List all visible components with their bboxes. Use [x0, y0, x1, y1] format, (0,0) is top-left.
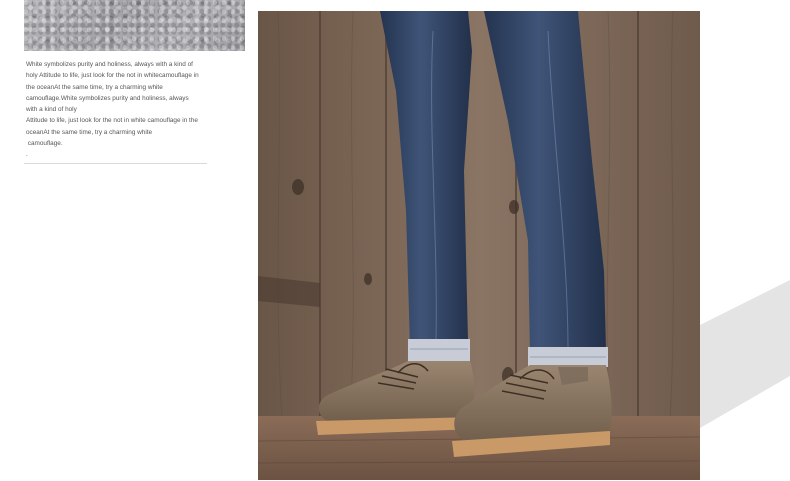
description-line: camouflage. [26, 140, 63, 148]
description-line: camouflage.White symbolizes purity and h… [26, 94, 189, 102]
fabric-texture-swatch [24, 0, 245, 51]
left-cuff [408, 339, 470, 361]
description-line: oceanAt the same time, try a charming wh… [26, 128, 153, 136]
product-photo [258, 11, 700, 480]
description-line: . [26, 151, 28, 159]
decorative-gray-band [700, 280, 790, 428]
divider [24, 163, 207, 164]
description-line: Attitude to life, just look for the not … [26, 117, 198, 125]
description-line: holy Attitude to life, just look for the… [26, 72, 199, 80]
product-description: White symbolizes purity and holiness, al… [26, 59, 208, 161]
description-line: the oceanAt the same time, try a charmin… [26, 83, 163, 91]
wood-wall [258, 11, 700, 421]
product-photo-illustration [258, 11, 700, 480]
description-line: White symbolizes purity and holiness, al… [26, 61, 193, 68]
description-line: with a kind of holy [26, 106, 77, 114]
